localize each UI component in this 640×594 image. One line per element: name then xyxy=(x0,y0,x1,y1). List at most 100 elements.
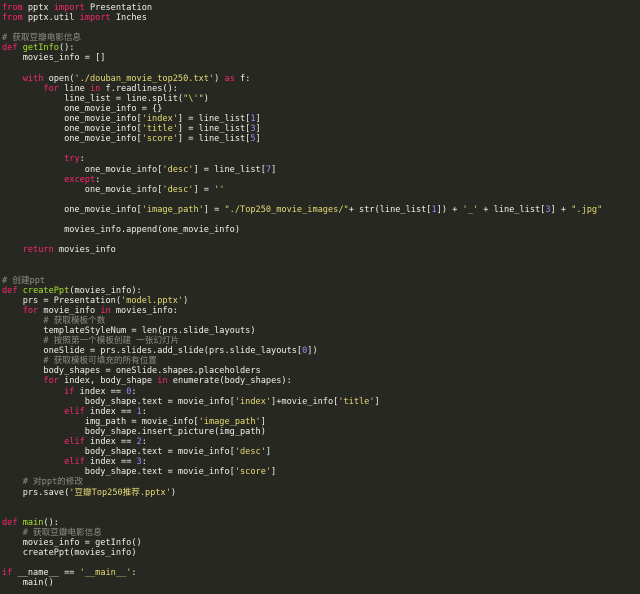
code-line[interactable] xyxy=(0,558,640,568)
string-token: "./Top250_movie_images/" xyxy=(224,204,349,215)
code-token: index == xyxy=(84,457,137,468)
code-token: one_movie_info[ xyxy=(2,204,142,215)
code-line[interactable]: with open('./douban_movie_top250.txt') a… xyxy=(0,74,640,84)
keyword-token: import xyxy=(53,3,85,13)
code-token: : xyxy=(141,437,147,448)
code-line[interactable]: from pptx.util import Inches xyxy=(0,13,640,23)
code-line[interactable]: one_movie_info = {} xyxy=(0,104,640,114)
code-token: body_shape.insert_picture(img_path) xyxy=(2,426,266,437)
code-line[interactable]: if __name__ == '__main__': xyxy=(0,568,640,578)
code-line[interactable] xyxy=(0,508,640,518)
code-line[interactable]: one_movie_info['desc'] = line_list[7] xyxy=(0,165,640,175)
keyword-token: elif xyxy=(64,457,85,468)
code-token: pptx xyxy=(22,3,54,13)
code-line[interactable]: # 获取豆瓣电影信息 xyxy=(0,33,640,43)
code-line[interactable]: one_movie_info['score'] = line_list[5] xyxy=(0,134,640,144)
code-line[interactable]: one_movie_info['index'] = line_list[1] xyxy=(0,114,640,124)
code-line[interactable]: from pptx import Presentation xyxy=(0,3,640,13)
code-line[interactable]: one_movie_info['title'] = line_list[3] xyxy=(0,124,640,134)
code-line[interactable]: # 获取豆瓣电影信息 xyxy=(0,528,640,538)
code-line[interactable]: line_list = line.split("\'") xyxy=(0,94,640,104)
code-line[interactable]: body_shape.text = movie_info['score'] xyxy=(0,467,640,477)
code-line[interactable]: for line in f.readlines(): xyxy=(0,84,640,94)
code-line[interactable]: img_path = movie_info['image_path'] xyxy=(0,417,640,427)
code-token: body_shapes = oneSlide.shapes.placeholde… xyxy=(2,366,261,377)
code-line[interactable]: movies_info.append(one_movie_info) xyxy=(0,225,640,235)
code-line[interactable]: elif index == 3: xyxy=(0,457,640,467)
keyword-token: def xyxy=(2,43,18,54)
code-line[interactable]: one_movie_info['desc'] = '' xyxy=(0,185,640,195)
code-token: ) xyxy=(214,73,225,84)
code-line[interactable]: movies_info = [] xyxy=(0,53,640,63)
code-token: movies_info = getInfo() xyxy=(2,537,142,548)
code-line[interactable]: for index, body_shape in enumerate(body_… xyxy=(0,376,640,386)
keyword-token: import xyxy=(79,13,111,24)
code-line[interactable]: # 按照第一个模板创建 一张幻灯片 xyxy=(0,336,640,346)
code-line[interactable]: createPpt(movies_info) xyxy=(0,548,640,558)
code-token: (): xyxy=(43,517,59,528)
comment-token: # 对ppt的修改 xyxy=(22,477,83,488)
code-token: img_path = movie_info[ xyxy=(2,416,199,427)
code-line[interactable] xyxy=(0,23,640,33)
code-token: Presentation xyxy=(84,3,153,13)
code-line[interactable]: body_shape.insert_picture(img_path) xyxy=(0,427,640,437)
code-token: ] xyxy=(260,416,266,427)
code-line[interactable]: # 对ppt的修改 xyxy=(0,477,640,487)
code-token: ) xyxy=(183,295,189,306)
code-editor[interactable]: from pptx import Presentation from pptx.u… xyxy=(0,0,640,594)
code-line[interactable]: prs.save('豆瓣Top250推荐.pptx') xyxy=(0,488,640,498)
keyword-token: def xyxy=(2,517,18,528)
keyword-token: in xyxy=(100,305,111,316)
code-line[interactable]: def getInfo(): xyxy=(0,43,640,53)
code-line[interactable]: body_shape.text = movie_info['index']+mo… xyxy=(0,397,640,407)
code-line[interactable]: elif index == 2: xyxy=(0,437,640,447)
code-line[interactable]: elif index == 1: xyxy=(0,407,640,417)
code-token: pptx.util xyxy=(22,13,80,24)
code-line[interactable]: # 获取模板可填充的所有位置 xyxy=(0,356,640,366)
string-token: 'score' xyxy=(141,134,178,145)
code-token: ] xyxy=(255,134,261,145)
code-line[interactable] xyxy=(0,235,640,245)
code-line[interactable]: main() xyxy=(0,578,640,588)
code-line[interactable]: def createPpt(movies_info): xyxy=(0,286,640,296)
keyword-token: elif xyxy=(64,437,85,448)
code-line[interactable]: if index == 0: xyxy=(0,387,640,397)
code-line[interactable] xyxy=(0,265,640,275)
keyword-token: for xyxy=(43,83,59,94)
code-line[interactable]: # 创建ppt xyxy=(0,276,640,286)
code-token: body_shape.text = movie_info[ xyxy=(2,447,235,458)
code-line[interactable]: movies_info = getInfo() xyxy=(0,538,640,548)
code-line[interactable]: try: xyxy=(0,154,640,164)
code-line[interactable]: templateStyleNum = len(prs.slide_layouts… xyxy=(0,326,640,336)
code-line[interactable]: # 获取模板个数 xyxy=(0,316,640,326)
code-line[interactable] xyxy=(0,64,640,74)
code-line[interactable] xyxy=(0,215,640,225)
code-token: movies_info: xyxy=(110,305,178,316)
code-line[interactable] xyxy=(0,195,640,205)
code-line[interactable]: one_movie_info['image_path'] = "./Top250… xyxy=(0,205,640,215)
code-token: one_movie_info[ xyxy=(2,184,163,195)
code-line[interactable]: for movie_info in movies_info: xyxy=(0,306,640,316)
code-token: open( xyxy=(43,73,75,84)
code-line[interactable] xyxy=(0,144,640,154)
code-token: line_list = line.split( xyxy=(2,93,184,104)
string-token: 'desc' xyxy=(162,164,194,175)
code-line[interactable]: body_shapes = oneSlide.shapes.placeholde… xyxy=(0,366,640,376)
code-line[interactable]: prs = Presentation('model.pptx') xyxy=(0,296,640,306)
code-line[interactable] xyxy=(0,498,640,508)
code-line[interactable] xyxy=(0,255,640,265)
code-line[interactable]: oneSlide = prs.slides.add_slide(prs.slid… xyxy=(0,346,640,356)
code-line[interactable]: except: xyxy=(0,175,640,185)
code-token: createPpt(movies_info) xyxy=(2,548,137,559)
code-line[interactable]: def main(): xyxy=(0,518,640,528)
code-line[interactable]: body_shape.text = movie_info['desc'] xyxy=(0,447,640,457)
code-token: f.readlines(): xyxy=(100,83,178,94)
code-line[interactable]: return movies_info xyxy=(0,245,640,255)
